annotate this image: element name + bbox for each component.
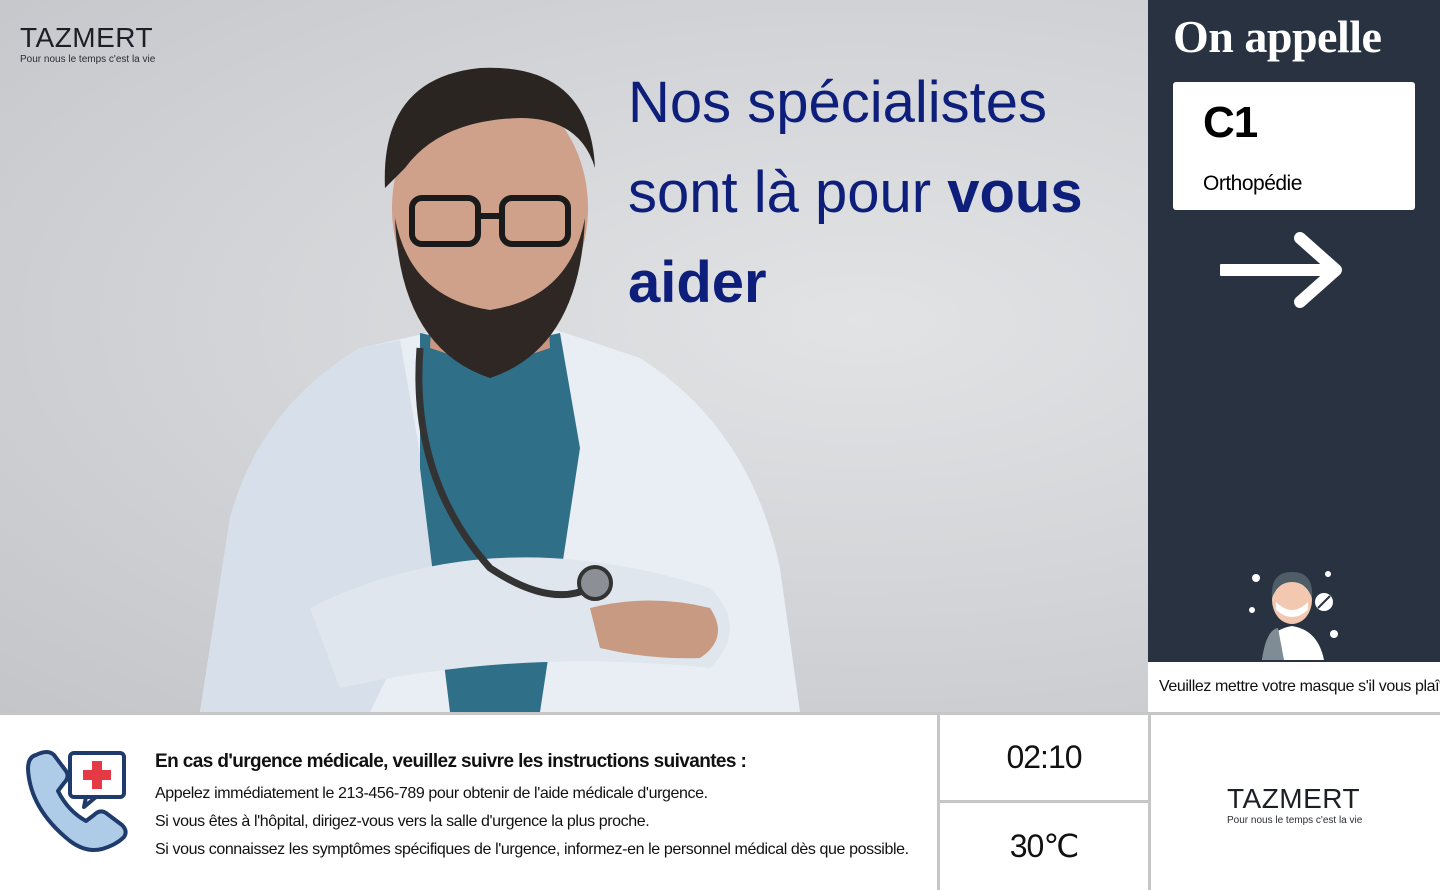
call-panel: On appelle C1 Orthopédie	[1148, 0, 1440, 662]
brand-name: TAZMERT	[1227, 783, 1361, 814]
brand-tagline: Pour nous le temps c'est la vie	[1227, 815, 1363, 826]
emergency-line: Appelez immédiatement le 213-456-789 pou…	[155, 785, 708, 802]
bottom-bar: En cas d'urgence médicale, veuillez suiv…	[0, 712, 1440, 890]
brand-logo-bottom: TAZMERT Pour nous le temps c'est la vie	[1151, 715, 1440, 890]
call-department: Orthopédie	[1203, 172, 1302, 195]
clock-box: 02:10	[937, 715, 1151, 803]
announcement-ticker: Veuillez mettre votre masque s'il vous p…	[1148, 662, 1440, 712]
headline-line-1: Nos spécialistes	[628, 70, 1048, 135]
arrow-right-icon	[1220, 232, 1342, 308]
headline-line-3: aider	[628, 238, 1128, 328]
brand-logo-top: TAZMERT Pour nous le temps c'est la vie	[20, 22, 156, 66]
hero-headline: Nos spécialistes sont là pour vous aider	[628, 58, 1128, 328]
clock-time: 02:10	[1006, 739, 1082, 775]
phone-medical-icon	[26, 750, 128, 852]
headline-line-2-bold: vous	[947, 160, 1083, 225]
brand-name: TAZMERT	[20, 22, 154, 53]
emergency-line: Si vous êtes à l'hôpital, dirigez-vous v…	[155, 813, 650, 830]
display-screen: TAZMERT Pour nous le temps c'est la vie …	[0, 0, 1440, 890]
hero-banner: TAZMERT Pour nous le temps c'est la vie …	[0, 0, 1148, 712]
emergency-line: Si vous connaissez les symptômes spécifi…	[155, 841, 909, 858]
call-ticket-card: C1 Orthopédie	[1173, 82, 1415, 210]
headline-line-2-regular: sont là pour	[628, 160, 948, 225]
headline-line-2: sont là pour vous	[628, 148, 1128, 238]
temperature-box: 30℃	[937, 803, 1151, 890]
temperature-value: 30℃	[1009, 828, 1080, 864]
emergency-title: En cas d'urgence médicale, veuillez suiv…	[155, 751, 747, 772]
ticker-message: Veuillez mettre votre masque s'il vous p…	[1159, 678, 1440, 695]
brand-tagline: Pour nous le temps c'est la vie	[20, 54, 156, 65]
emergency-instructions: En cas d'urgence médicale, veuillez suiv…	[0, 715, 937, 890]
call-ticket-code: C1	[1203, 98, 1258, 147]
headline-line-3-bold: aider	[628, 250, 767, 315]
mask-person-icon	[1249, 571, 1338, 660]
call-title: On appelle	[1173, 11, 1382, 62]
